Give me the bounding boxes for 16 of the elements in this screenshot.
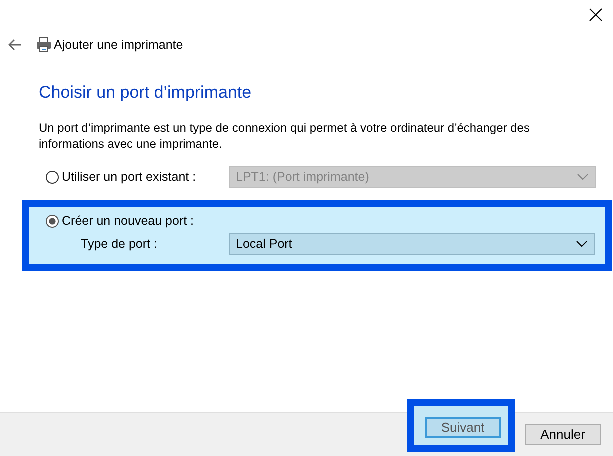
radio-button-icon[interactable] (46, 214, 59, 228)
port-dropdown[interactable]: Local Port (229, 233, 595, 255)
field-label: Type de port : (81, 237, 158, 251)
close-icon[interactable] (589, 8, 603, 22)
radio-option[interactable]: Créer un nouveau port : (46, 214, 229, 228)
wizard-title: Ajouter une imprimante (54, 38, 184, 52)
back-arrow-icon[interactable] (8, 39, 22, 51)
radio-option[interactable]: Utiliser un port existant : (46, 170, 229, 184)
chevron-down-icon (577, 173, 589, 181)
printer-icon (36, 37, 52, 53)
next-button[interactable]: Suivant (425, 417, 501, 438)
description-text: Un port d’imprimante est un type de connexion qui permet à votre ordinateur d’échanger des informations avec une imprimante. (39, 120, 531, 152)
chevron-down-icon (576, 240, 588, 248)
cancel-button[interactable]: Annuler (525, 424, 601, 445)
radio-button-icon[interactable] (46, 170, 59, 184)
page-heading: Choisir un port d’imprimante (39, 83, 253, 103)
